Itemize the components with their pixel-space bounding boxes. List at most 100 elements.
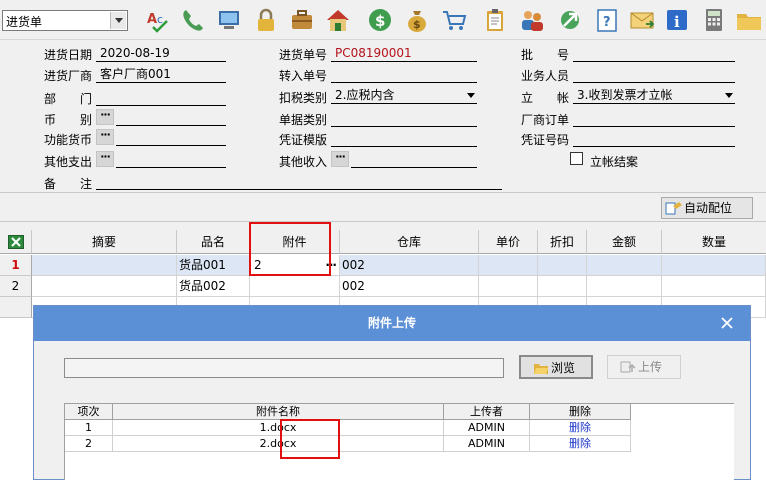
- upload-icon: [620, 361, 636, 373]
- transfer-no-field[interactable]: [331, 66, 477, 83]
- calculator-icon[interactable]: [700, 6, 728, 34]
- voucher-template-field[interactable]: [331, 130, 477, 147]
- lock-icon[interactable]: [252, 6, 280, 34]
- row-number[interactable]: 2: [0, 276, 32, 297]
- order-no-label: 进货单号: [279, 48, 328, 62]
- account-select[interactable]: 3.收到发票才立帐: [573, 87, 735, 104]
- vendor-order-field[interactable]: [573, 110, 735, 127]
- account-closed-checkbox[interactable]: [570, 152, 583, 165]
- dollar-icon[interactable]: $: [366, 6, 394, 34]
- remark-label: 备 注: [44, 177, 93, 191]
- clipboard-icon[interactable]: [481, 6, 509, 34]
- svg-text:$: $: [413, 18, 421, 31]
- col-summary[interactable]: 摘要: [32, 230, 177, 254]
- svg-text:$: $: [375, 12, 385, 30]
- zoom-icon[interactable]: [556, 6, 584, 34]
- cell-product[interactable]: 货品001: [177, 255, 250, 276]
- other-expense-label: 其他支出: [44, 155, 93, 169]
- voucher-no-field[interactable]: [573, 130, 735, 147]
- briefcase-icon[interactable]: [288, 6, 316, 34]
- functional-currency-picker-button[interactable]: ···: [96, 129, 114, 145]
- dept-field[interactable]: [96, 89, 226, 106]
- auto-allocate-button[interactable]: 自动配位: [661, 197, 753, 219]
- purchase-date-field[interactable]: 2020-08-19: [96, 45, 226, 62]
- cell-quantity[interactable]: [662, 255, 766, 276]
- svg-text:c: c: [157, 13, 163, 26]
- action-strip: 自动配位: [0, 192, 766, 222]
- excel-export-button[interactable]: [0, 230, 32, 254]
- col-discount[interactable]: 折扣: [538, 230, 587, 254]
- doc-type-select[interactable]: 进货单: [2, 10, 128, 31]
- col-amount[interactable]: 金额: [587, 230, 662, 254]
- doc-type-value: 进货单: [6, 15, 43, 29]
- chevron-down-icon[interactable]: [467, 93, 475, 98]
- batch-no-field[interactable]: [573, 45, 735, 62]
- close-icon[interactable]: [720, 316, 734, 330]
- other-income-picker-button[interactable]: ···: [331, 151, 349, 167]
- cell-amount[interactable]: [587, 276, 662, 297]
- help-icon[interactable]: ?: [593, 6, 621, 34]
- col-warehouse[interactable]: 仓库: [340, 230, 479, 254]
- cell-attachment[interactable]: [250, 276, 340, 297]
- file-name[interactable]: 1.docx: [113, 420, 444, 436]
- file-path-input[interactable]: [64, 358, 504, 378]
- toolbar: 进货单 Ac $ $ ? i: [0, 0, 766, 40]
- remark-field[interactable]: [96, 173, 502, 190]
- file-name[interactable]: 2.docx: [113, 436, 444, 452]
- phone-icon[interactable]: [179, 6, 207, 34]
- house-icon[interactable]: [324, 6, 352, 34]
- chevron-down-icon[interactable]: [110, 12, 126, 29]
- col-quantity[interactable]: 数量: [662, 230, 766, 254]
- order-no-field[interactable]: PC08190001: [331, 45, 477, 62]
- functional-currency-field[interactable]: [116, 129, 226, 146]
- users-icon[interactable]: [518, 6, 546, 34]
- excel-icon: [7, 235, 24, 249]
- other-expense-picker-button[interactable]: ···: [96, 151, 114, 167]
- cell-amount[interactable]: [587, 255, 662, 276]
- spell-check-icon[interactable]: Ac: [145, 6, 173, 34]
- batch-no-label: 批 号: [521, 48, 570, 62]
- tax-type-label: 扣税类别: [279, 91, 328, 105]
- vendor-field[interactable]: 客户厂商001: [96, 66, 226, 83]
- other-expense-field[interactable]: [116, 151, 226, 168]
- folder-icon[interactable]: [735, 6, 763, 34]
- col-product[interactable]: 品名: [177, 230, 250, 254]
- delete-file-link[interactable]: 删除: [530, 420, 631, 436]
- cart-icon[interactable]: [440, 6, 468, 34]
- tax-type-select[interactable]: 2.应税内含: [331, 87, 477, 104]
- cell-product[interactable]: 货品002: [177, 276, 250, 297]
- browse-label: 浏览: [551, 361, 576, 375]
- other-income-field[interactable]: [351, 151, 477, 168]
- cell-discount[interactable]: [538, 255, 587, 276]
- cell-summary[interactable]: [32, 276, 177, 297]
- currency-field[interactable]: [116, 109, 226, 126]
- row-number[interactable]: [0, 297, 32, 318]
- browse-button[interactable]: 浏览: [519, 355, 593, 379]
- cell-quantity[interactable]: [662, 276, 766, 297]
- cell-unit-price[interactable]: [479, 255, 538, 276]
- monitor-icon[interactable]: [215, 6, 243, 34]
- money-bag-icon[interactable]: $: [403, 6, 431, 34]
- doc-category-label: 单据类别: [279, 113, 328, 127]
- sales-person-field[interactable]: [573, 66, 735, 83]
- transfer-no-label: 转入单号: [279, 69, 328, 83]
- cell-summary[interactable]: [32, 255, 177, 276]
- row-number[interactable]: 1: [0, 255, 32, 276]
- col-index: 项次: [65, 404, 113, 420]
- col-unit-price[interactable]: 单价: [479, 230, 538, 254]
- cell-warehouse[interactable]: 002: [340, 276, 479, 297]
- info-icon[interactable]: i: [663, 6, 691, 34]
- mail-icon[interactable]: [628, 6, 656, 34]
- svg-text:A: A: [147, 12, 157, 27]
- voucher-no-label: 凭证号码: [521, 133, 570, 147]
- voucher-template-label: 凭证模版: [279, 133, 328, 147]
- cell-discount[interactable]: [538, 276, 587, 297]
- cell-warehouse[interactable]: 002: [340, 255, 479, 276]
- delete-file-link[interactable]: 删除: [530, 436, 631, 452]
- chevron-down-icon[interactable]: [725, 93, 733, 98]
- upload-button[interactable]: 上传: [607, 355, 681, 379]
- file-uploader: ADMIN: [444, 436, 530, 452]
- doc-category-field[interactable]: [331, 110, 477, 127]
- cell-unit-price[interactable]: [479, 276, 538, 297]
- currency-picker-button[interactable]: ···: [96, 109, 114, 125]
